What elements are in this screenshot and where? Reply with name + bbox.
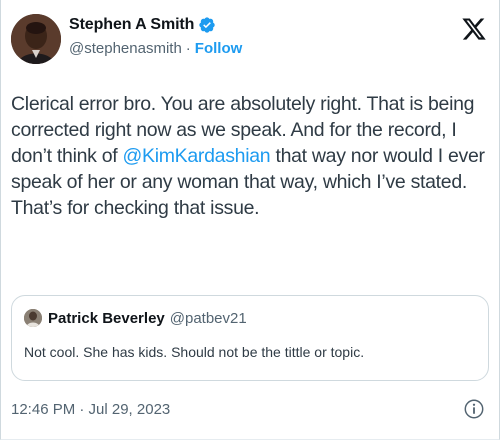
mention-link[interactable]: @KimKardashian <box>123 145 271 167</box>
tweet-card: Stephen A Smith @stephenasmith · Follow … <box>0 0 500 440</box>
info-icon[interactable] <box>463 398 485 420</box>
quoted-tweet-header: Patrick Beverley @patbev21 <box>24 309 247 327</box>
quoted-author-avatar <box>24 309 42 327</box>
x-logo-icon[interactable] <box>461 16 487 42</box>
tweet-body: Clerical error bro. You are absolutely r… <box>11 91 485 221</box>
author-avatar[interactable] <box>11 14 61 64</box>
quoted-tweet-text: Not cool. She has kids. Should not be th… <box>24 344 365 360</box>
author-handle[interactable]: @stephenasmith <box>69 40 182 57</box>
tweet-header: Stephen A Smith @stephenasmith · Follow <box>11 12 489 76</box>
separator-dot: · <box>185 40 191 57</box>
author-avatar-image <box>11 14 61 64</box>
quoted-author-name: Patrick Beverley <box>48 309 165 327</box>
author-info: Stephen A Smith @stephenasmith · Follow <box>69 14 242 57</box>
author-display-name[interactable]: Stephen A Smith <box>69 16 194 34</box>
follow-button[interactable]: Follow <box>195 40 243 57</box>
tweet-timestamp[interactable]: 12:46 PM · Jul 29, 2023 <box>11 401 170 418</box>
verified-badge-icon <box>198 16 216 34</box>
quoted-author-handle: @patbev21 <box>169 309 247 327</box>
quoted-tweet[interactable]: Patrick Beverley @patbev21 Not cool. She… <box>11 295 489 381</box>
